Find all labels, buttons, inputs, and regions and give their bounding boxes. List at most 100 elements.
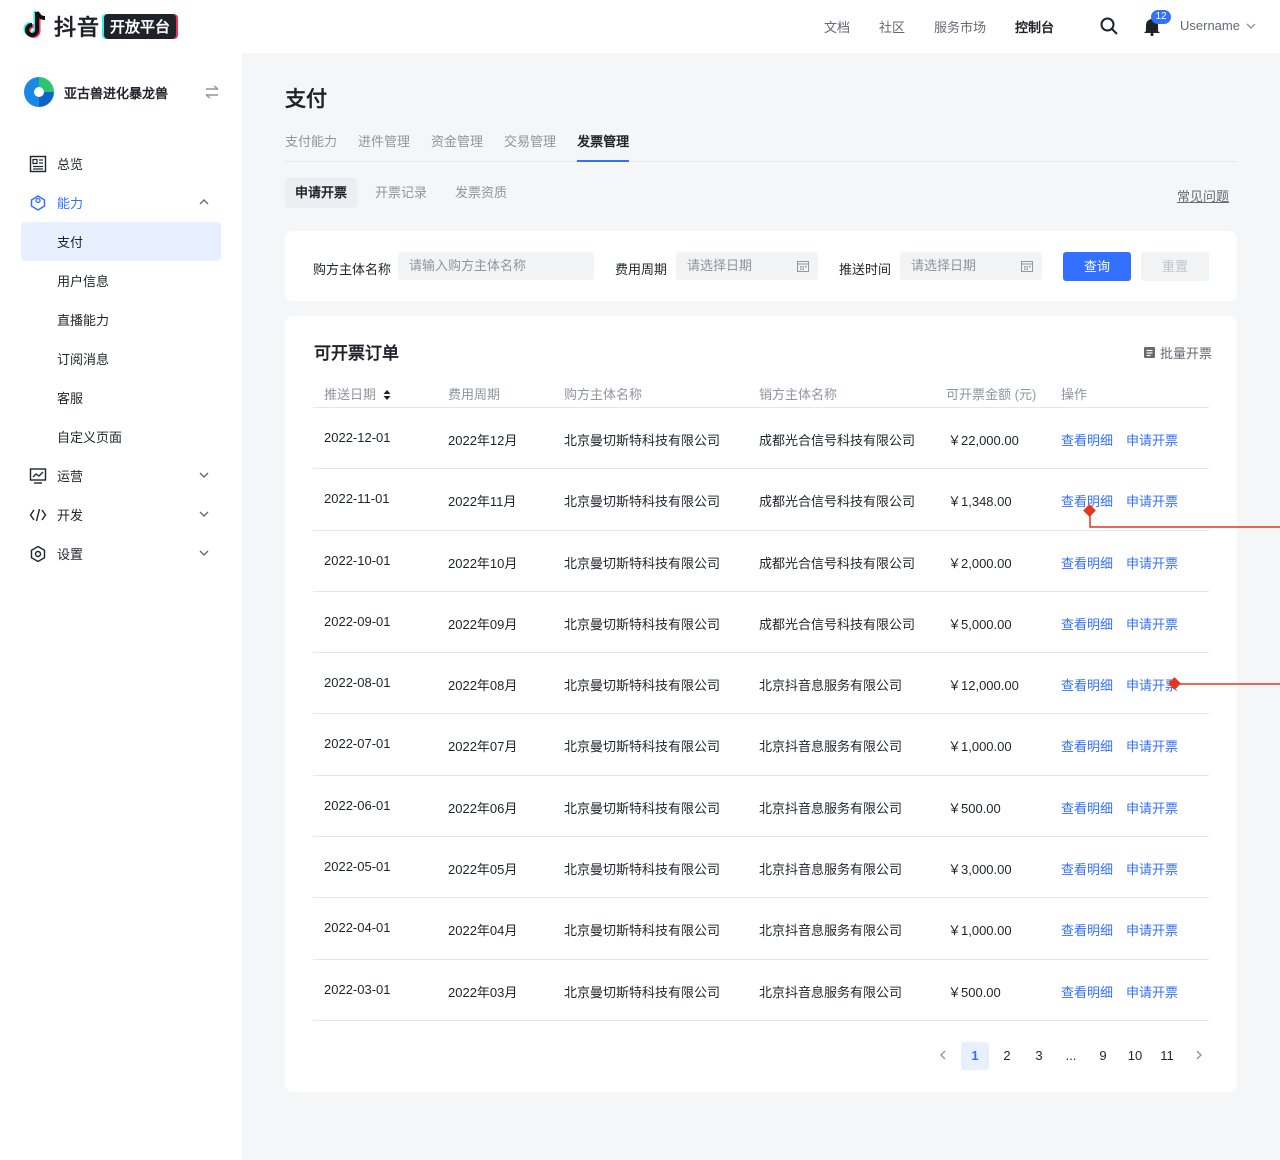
faq-link[interactable]: 常见问题 (1177, 186, 1229, 205)
sidebar-item-subscribe[interactable]: 订阅消息 (21, 339, 221, 378)
col-push-date[interactable]: 推送日期 (324, 384, 391, 403)
sidebar-item-custom-page[interactable]: 自定义页面 (21, 417, 221, 456)
menu-ability-label: 能力 (57, 196, 84, 211)
cell-amount: ￥3,000.00 (948, 862, 1012, 878)
nav-console[interactable]: 控制台 (1015, 17, 1054, 36)
cell-period: 2022年07月 (448, 739, 518, 755)
page-3[interactable]: 3 (1025, 1042, 1053, 1070)
cell-apply-invoice-link[interactable]: 申请开票 (1126, 553, 1178, 572)
code-icon (29, 508, 47, 521)
cell-buyer: 北京曼切斯特科技有限公司 (564, 555, 721, 571)
douyin-logo[interactable]: 抖音 开放平台 (20, 10, 177, 42)
tab-invoice[interactable]: 发票管理 (577, 122, 630, 162)
cell-period: 2022年05月 (448, 862, 518, 878)
table-row: 2022-03-01 2022年03月 北京曼切斯特科技有限公司 北京抖音息服务有限公… (313, 960, 1209, 1021)
reset-button[interactable]: 重置 (1141, 252, 1209, 281)
chevron-right-icon (1196, 1050, 1202, 1060)
tab-transactions[interactable]: 交易管理 (504, 122, 556, 162)
page-10[interactable]: 10 (1121, 1042, 1149, 1070)
cell-period: 2022年03月 (448, 984, 518, 1000)
cell-view-detail-link[interactable]: 查看明细 (1061, 553, 1113, 572)
cell-push-date: 2022-11-01 (324, 491, 390, 507)
query-button[interactable]: 查询 (1063, 252, 1131, 281)
cell-view-detail-link[interactable]: 查看明细 (1061, 798, 1113, 817)
period-date-picker[interactable]: 请选择日期 (676, 252, 818, 280)
search-icon[interactable] (1100, 17, 1118, 35)
col-seller: 销方主体名称 (759, 387, 838, 402)
app-logo-icon (24, 77, 54, 107)
menu-develop-label: 开发 (57, 508, 84, 523)
nav-community[interactable]: 社区 (879, 17, 905, 36)
cell-seller: 北京抖音息服务有限公司 (759, 678, 903, 694)
table-row: 2022-06-01 2022年06月 北京曼切斯特科技有限公司 北京抖音息服务有限公… (313, 776, 1209, 838)
sidebar-item-service[interactable]: 客服 (21, 378, 221, 417)
cell-seller: 成都光合信号科技有限公司 (759, 555, 916, 571)
tab-onboarding[interactable]: 进件管理 (358, 122, 410, 162)
cell-view-detail-link[interactable]: 查看明细 (1061, 675, 1113, 694)
page-2[interactable]: 2 (993, 1042, 1021, 1070)
cell-buyer: 北京曼切斯特科技有限公司 (564, 433, 721, 448)
batch-invoice-button[interactable]: 批量开票 (1143, 343, 1212, 362)
menu-overview[interactable]: 总览 (21, 144, 221, 183)
cell-push-date: 2022-09-01 (324, 613, 391, 629)
cell-view-detail-link[interactable]: 查看明细 (1061, 859, 1113, 878)
table-row: 2022-12-01 2022年12月 北京曼切斯特科技有限公司 成都光合信号科技有限… (313, 408, 1209, 470)
push-placeholder: 请选择日期 (911, 258, 977, 273)
app-selector[interactable]: 亚古兽进化暴龙兽 (24, 77, 220, 107)
brand-name: 抖音 (54, 15, 101, 40)
menu-operation[interactable]: 运营 (21, 456, 221, 495)
tab-pay-ability[interactable]: 支付能力 (285, 122, 337, 162)
page-9[interactable]: 9 (1089, 1042, 1117, 1070)
cell-push-date: 2022-06-01 (324, 797, 391, 813)
buyer-input[interactable]: 请输入购方主体名称 (398, 252, 594, 280)
cell-view-detail-link[interactable]: 查看明细 (1061, 920, 1113, 939)
cell-seller: 北京抖音息服务有限公司 (759, 800, 903, 816)
cell-apply-invoice-link[interactable]: 申请开票 (1126, 430, 1178, 449)
cell-apply-invoice-link[interactable]: 申请开票 (1126, 859, 1178, 878)
sub-tabs: 申请开票 开票记录 发票资质 (285, 178, 517, 208)
subtab-invoice-records[interactable]: 开票记录 (365, 178, 437, 208)
subtab-apply-invoice[interactable]: 申请开票 (285, 178, 358, 208)
page-ellipsis[interactable]: ... (1057, 1042, 1085, 1070)
menu-ability[interactable]: 能力 (21, 183, 221, 222)
cell-apply-invoice-link[interactable]: 申请开票 (1126, 798, 1178, 817)
cell-amount: ￥500.00 (948, 800, 1001, 816)
chevron-down-icon (199, 511, 209, 517)
brand-badge: 开放平台 (104, 13, 177, 39)
cell-period: 2022年08月 (448, 678, 518, 694)
prev-page-button[interactable] (929, 1042, 957, 1070)
cell-view-detail-link[interactable]: 查看明细 (1061, 491, 1113, 510)
cell-apply-invoice-link[interactable]: 申请开票 (1126, 982, 1178, 1001)
cell-apply-invoice-link[interactable]: 申请开票 (1126, 675, 1178, 694)
cell-view-detail-link[interactable]: 查看明细 (1061, 430, 1113, 449)
nav-market[interactable]: 服务市场 (934, 17, 986, 36)
cell-apply-invoice-link[interactable]: 申请开票 (1126, 920, 1178, 939)
cell-view-detail-link[interactable]: 查看明细 (1061, 614, 1113, 633)
cell-seller: 北京抖音息服务有限公司 (759, 923, 903, 939)
tab-funds[interactable]: 资金管理 (431, 122, 483, 162)
buyer-input-placeholder: 请输入购方主体名称 (409, 258, 527, 273)
menu-develop[interactable]: 开发 (21, 495, 221, 534)
cell-apply-invoice-link[interactable]: 申请开票 (1126, 736, 1178, 755)
sidebar-item-payment[interactable]: 支付 (21, 222, 221, 261)
sidebar-item-live[interactable]: 直播能力 (21, 300, 221, 339)
switch-icon[interactable] (204, 85, 220, 99)
cell-apply-invoice-link[interactable]: 申请开票 (1126, 491, 1178, 510)
user-menu[interactable]: Username (1180, 18, 1256, 33)
sidebar-item-user-info[interactable]: 用户信息 (21, 261, 221, 300)
cell-view-detail-link[interactable]: 查看明细 (1061, 736, 1113, 755)
subtab-invoice-qualification[interactable]: 发票资质 (445, 178, 517, 208)
sidebar: 亚古兽进化暴龙兽 总览 能力 支付 用户信息 直播能力 订阅消息 客服 自定义页… (0, 53, 242, 1160)
cell-apply-invoice-link[interactable]: 申请开票 (1126, 614, 1178, 633)
settings-icon (30, 545, 46, 562)
top-nav: 文档 社区 服务市场 控制台 (824, 0, 1054, 53)
next-page-button[interactable] (1185, 1042, 1213, 1070)
page-11[interactable]: 11 (1153, 1042, 1181, 1070)
push-time-label: 推送时间 (839, 262, 892, 277)
menu-settings[interactable]: 设置 (21, 534, 221, 573)
push-date-picker[interactable]: 请选择日期 (900, 252, 1042, 280)
cell-view-detail-link[interactable]: 查看明细 (1061, 982, 1113, 1001)
cell-buyer: 北京曼切斯特科技有限公司 (564, 923, 721, 939)
page-1[interactable]: 1 (961, 1042, 989, 1070)
nav-docs[interactable]: 文档 (824, 17, 850, 36)
